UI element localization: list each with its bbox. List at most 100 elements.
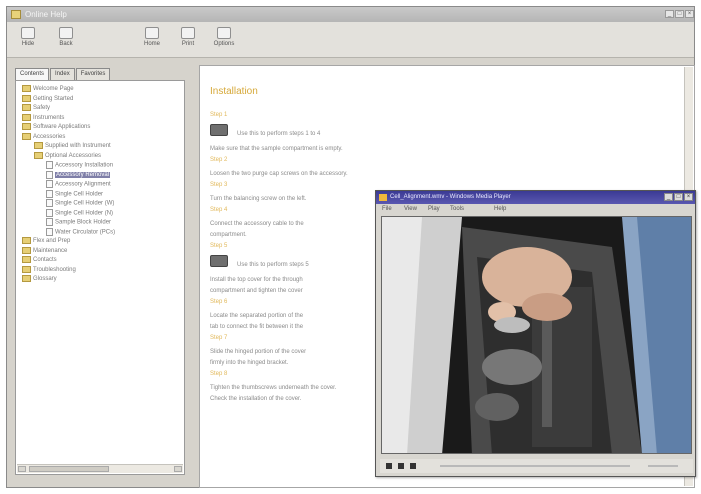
title-bar: Online Help _ □ × bbox=[7, 7, 694, 22]
options-button[interactable]: Options bbox=[209, 25, 239, 55]
step-text: Loosen the two purge cap screws on the a… bbox=[210, 171, 348, 177]
options-icon bbox=[217, 27, 231, 39]
seek-bar[interactable] bbox=[440, 465, 630, 467]
tree-horizontal-scrollbar[interactable] bbox=[17, 464, 183, 473]
tree-item-label: Accessory Removal bbox=[55, 172, 111, 179]
maximize-button[interactable]: □ bbox=[675, 10, 684, 18]
volume-slider[interactable] bbox=[648, 465, 678, 467]
tree-item[interactable]: Accessory Alignment bbox=[46, 180, 111, 189]
video-area[interactable] bbox=[381, 216, 692, 454]
close-button[interactable]: × bbox=[685, 10, 694, 18]
step-text: compartment. bbox=[210, 232, 247, 238]
tree-item-label: Optional Accessories bbox=[45, 152, 102, 159]
tree-item[interactable]: Water Circulator (PCs) bbox=[46, 227, 115, 237]
tree-item[interactable]: Glossary bbox=[22, 275, 57, 284]
scrollbar-thumb[interactable] bbox=[29, 466, 109, 472]
step-text: Slide the hinged portion of the cover bbox=[210, 349, 307, 355]
hide-button[interactable]: Hide bbox=[13, 25, 43, 55]
media-player-close-button[interactable]: × bbox=[684, 193, 693, 201]
tree-item[interactable]: Software Applications bbox=[22, 123, 90, 132]
step-heading: Step 1 bbox=[210, 112, 228, 118]
menu-play[interactable]: Play bbox=[428, 206, 440, 212]
step-heading: Step 4 bbox=[210, 207, 228, 213]
home-button[interactable]: Home bbox=[137, 25, 167, 55]
tab-index[interactable]: Index bbox=[50, 68, 75, 80]
step-text: tab to connect the fit between it the bbox=[210, 324, 304, 330]
step-text: compartment and tighten the cover bbox=[210, 288, 303, 294]
book-icon bbox=[34, 151, 43, 159]
step-heading: Step 6 bbox=[210, 299, 228, 305]
hide-label: Hide bbox=[21, 41, 35, 47]
page-icon bbox=[46, 199, 53, 207]
book-icon bbox=[34, 142, 43, 149]
tree-item[interactable]: Single Cell Holder (N) bbox=[46, 208, 113, 218]
tree-item-label: Supplied with Instrument bbox=[45, 143, 111, 150]
tree-item[interactable]: Contacts bbox=[22, 256, 57, 265]
tree-item[interactable]: Maintenance bbox=[22, 246, 67, 256]
help-window: Online Help _ □ × Hide Back Home Print O… bbox=[6, 6, 696, 488]
tree-item[interactable]: Accessory Removal bbox=[46, 170, 111, 180]
tab-favorites[interactable]: Favorites bbox=[75, 68, 111, 80]
toolbar: Hide Back Home Print Options bbox=[7, 22, 694, 58]
tree-item-label: Welcome Page bbox=[33, 86, 74, 93]
tree-item-label: Troubleshooting bbox=[33, 266, 76, 273]
step-heading: Step 8 bbox=[210, 371, 228, 377]
book-icon bbox=[22, 104, 31, 111]
page-icon bbox=[46, 170, 53, 179]
hide-icon bbox=[21, 27, 35, 39]
tree-item[interactable]: Safety bbox=[22, 104, 50, 113]
media-player-maximize-button[interactable]: □ bbox=[674, 193, 683, 201]
step-text: Locate the separated portion of the bbox=[210, 313, 304, 319]
scroll-right-icon[interactable] bbox=[174, 466, 182, 472]
media-player-title-bar: Cell_Alignment.wmv - Windows Media Playe… bbox=[376, 191, 695, 204]
back-label: Back bbox=[59, 41, 73, 47]
print-icon bbox=[181, 27, 195, 39]
menu-help[interactable]: Help bbox=[494, 206, 506, 212]
tree-item-label: Getting Started bbox=[33, 95, 74, 102]
pause-icon[interactable] bbox=[410, 463, 416, 469]
media-player-window: Cell_Alignment.wmv - Windows Media Playe… bbox=[375, 190, 696, 477]
tree-item[interactable]: Accessories bbox=[22, 132, 65, 142]
back-icon bbox=[59, 27, 73, 39]
stop-icon[interactable] bbox=[398, 463, 404, 469]
media-player-minimize-button[interactable]: _ bbox=[664, 193, 673, 201]
tab-contents[interactable]: Contents bbox=[15, 68, 50, 80]
tree-item-label: Accessory Installation bbox=[55, 162, 114, 169]
minimize-button[interactable]: _ bbox=[665, 10, 674, 18]
video-camera-icon[interactable] bbox=[210, 255, 228, 267]
tree-item[interactable]: Welcome Page bbox=[22, 85, 74, 94]
scroll-left-icon[interactable] bbox=[18, 466, 26, 472]
topic-title: Installation bbox=[210, 86, 258, 97]
tree-item[interactable]: Accessory Installation bbox=[46, 161, 113, 170]
book-icon bbox=[22, 85, 31, 92]
book-icon bbox=[22, 275, 31, 282]
menu-tools[interactable]: Tools bbox=[450, 206, 464, 212]
tree-item[interactable]: Single Cell Holder bbox=[46, 189, 103, 199]
window-title: Online Help bbox=[25, 10, 67, 19]
print-button[interactable]: Print bbox=[173, 25, 203, 55]
back-button[interactable]: Back bbox=[51, 25, 81, 55]
video-camera-icon[interactable] bbox=[210, 124, 228, 136]
book-icon bbox=[22, 246, 31, 254]
home-label: Home bbox=[143, 41, 160, 47]
tree-item[interactable]: Supplied with Instrument bbox=[34, 142, 111, 151]
print-label: Print bbox=[181, 41, 195, 47]
tree-item[interactable]: Sample Block Holder bbox=[46, 218, 111, 227]
play-icon[interactable] bbox=[386, 463, 392, 469]
contents-tree[interactable]: Welcome Page Getting Started Safety Instrum… bbox=[15, 80, 185, 475]
media-player-title: Cell_Alignment.wmv - Windows Media Playe… bbox=[390, 194, 511, 200]
menu-view[interactable]: View bbox=[404, 206, 417, 212]
tree-item[interactable]: Getting Started bbox=[22, 94, 74, 104]
step-text: firmly into the hinged bracket. bbox=[210, 360, 289, 366]
tree-item[interactable]: Single Cell Holder (W) bbox=[46, 199, 114, 208]
tree-item[interactable]: Optional Accessories bbox=[34, 151, 102, 161]
video-link-text[interactable]: Use this to perform steps 5 bbox=[237, 262, 309, 268]
tree-item[interactable]: Instruments bbox=[22, 113, 64, 123]
book-icon bbox=[22, 237, 31, 244]
tree-item[interactable]: Troubleshooting bbox=[22, 265, 76, 275]
tree-item-label: Single Cell Holder (W) bbox=[55, 200, 115, 207]
video-link-text[interactable]: Use this to perform steps 1 to 4 bbox=[237, 131, 320, 137]
media-player-icon bbox=[379, 194, 387, 201]
tree-item[interactable]: Flex and Prep bbox=[22, 237, 70, 246]
menu-file[interactable]: File bbox=[382, 206, 392, 212]
